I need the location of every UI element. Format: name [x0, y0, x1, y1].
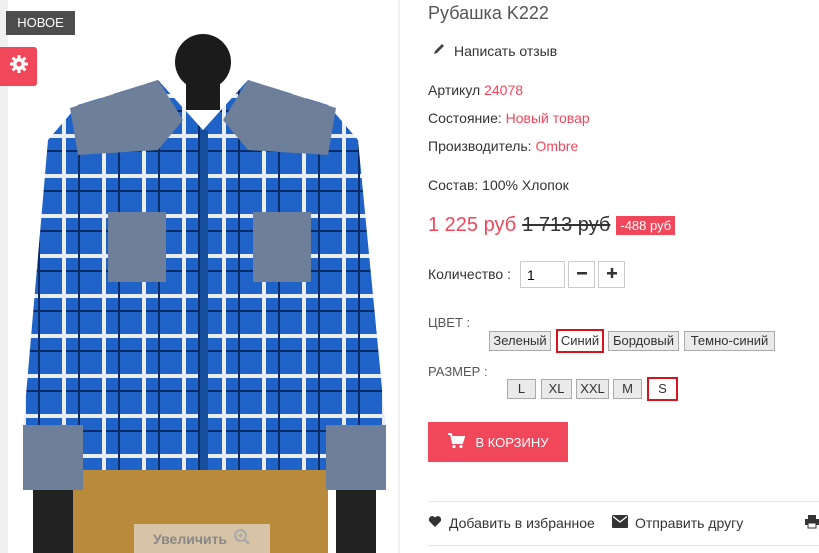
color-option-navy[interactable]: Темно-синий [684, 331, 775, 351]
print-link[interactable] [805, 515, 819, 532]
color-option-green[interactable]: Зеленый [489, 331, 551, 351]
send-to-friend-label: Отправить другу [635, 515, 744, 531]
send-to-friend-link[interactable]: Отправить другу [612, 515, 743, 531]
article-value: 24078 [484, 82, 524, 98]
composition: Состав: 100% Хлопок [428, 177, 569, 193]
condition-label: Состояние: [428, 110, 502, 126]
price-old: 1 713 руб [522, 214, 611, 236]
size-option-xl[interactable]: XL [541, 379, 572, 399]
size-option-l[interactable]: L [507, 379, 536, 399]
settings-button[interactable] [0, 47, 37, 86]
zoom-button[interactable]: Увеличить [134, 524, 270, 553]
write-review-link[interactable]: Написать отзыв [432, 42, 557, 59]
add-to-wishlist-label: Добавить в избранное [449, 515, 595, 531]
condition-value: Новый товар [505, 110, 590, 126]
article-label: Артикул [428, 82, 481, 98]
zoom-icon [233, 528, 251, 549]
image-panel: НОВОЕ Увеличить [0, 0, 400, 553]
size-option-s[interactable]: S [647, 377, 678, 401]
shirt-image [23, 34, 386, 553]
cart-icon [447, 432, 466, 452]
condition-row: Состояние: Новый товар [428, 110, 590, 126]
manufacturer-label: Производитель: [428, 138, 532, 154]
add-to-wishlist-link[interactable]: Добавить в избранное [428, 515, 595, 531]
color-option-blue[interactable]: Синий [556, 329, 604, 353]
quantity-minus-button[interactable] [568, 261, 595, 288]
divider [428, 501, 819, 502]
size-label: РАЗМЕР : [428, 364, 488, 379]
envelope-icon [612, 515, 628, 531]
product-info: Рубашка K222 Написать отзыв Артикул 2407… [400, 0, 819, 553]
quantity-plus-button[interactable] [598, 261, 625, 288]
price-current: 1 225 руб [428, 214, 517, 236]
printer-icon [805, 515, 819, 532]
write-review-label: Написать отзыв [454, 42, 558, 59]
add-to-cart-label: В КОРЗИНУ [475, 434, 549, 450]
color-option-burgundy[interactable]: Бордовый [608, 331, 679, 351]
price-row: 1 225 руб 1 713 руб -488 руб [428, 214, 676, 237]
product-image[interactable] [8, 0, 398, 553]
product-title: Рубашка K222 [428, 3, 549, 23]
discount-badge: -488 руб [616, 216, 676, 235]
pencil-icon [432, 42, 446, 59]
size-option-m[interactable]: M [613, 379, 642, 399]
add-to-cart-button[interactable]: В КОРЗИНУ [428, 422, 568, 462]
gear-icon [9, 54, 29, 79]
new-badge: НОВОЕ [6, 11, 75, 35]
manufacturer-link[interactable]: Ombre [535, 138, 578, 154]
manufacturer-row: Производитель: Ombre [428, 138, 578, 154]
minus-icon [576, 266, 588, 284]
divider-bottom [428, 545, 819, 546]
article-row: Артикул 24078 [428, 82, 523, 98]
quantity-input[interactable] [520, 261, 565, 288]
size-option-xxl[interactable]: XXL [576, 379, 609, 399]
heart-icon [428, 515, 442, 531]
plus-icon [606, 266, 618, 284]
quantity-label: Количество : [428, 266, 511, 282]
color-label: ЦВЕТ : [428, 315, 471, 330]
zoom-label: Увеличить [152, 530, 228, 547]
